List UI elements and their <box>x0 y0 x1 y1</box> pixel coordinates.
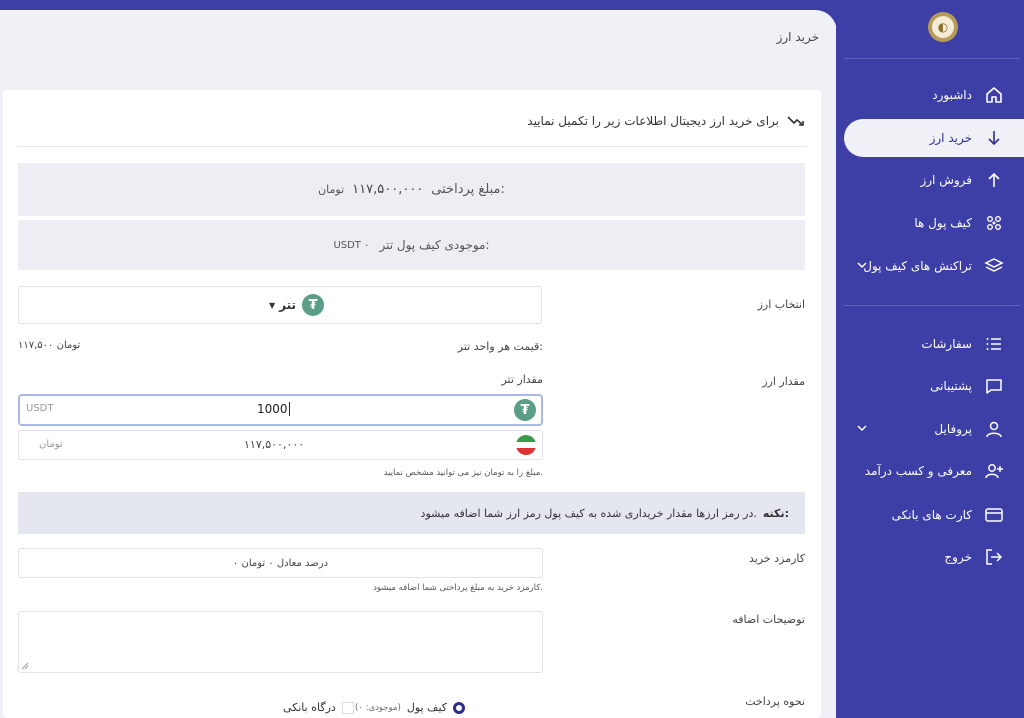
wallet-balance-note: (موجودی: ۰) <box>355 702 401 713</box>
method-gateway-radio[interactable] <box>341 701 354 714</box>
chevron-down-icon <box>857 262 867 269</box>
unit-price-label: قیمت هر واحد تتر: <box>457 340 543 353</box>
payment-amount-panel: تومان ۱۱۷,۵۰۰,۰۰۰ مبلغ پرداختی: <box>18 163 805 216</box>
currency-select[interactable]: ▼ تتر ₮ <box>18 286 542 324</box>
usdt-placeholder: USDT <box>26 403 54 414</box>
sidebar-item-support[interactable]: پشتیبانی <box>836 367 1024 405</box>
tether-icon: ₮ <box>302 294 325 316</box>
sidebar-item-label: سفارشات <box>921 337 972 351</box>
method-wallet-radio[interactable] <box>453 701 466 714</box>
sidebar-item-buy[interactable]: خرید ارز <box>844 119 1024 157</box>
main-content: خرید ارز برای خرید ارز دیجیتال اطلاعات ز… <box>0 10 837 718</box>
currency-label: انتخاب ارز <box>757 298 805 311</box>
usdt-amount-value: 1000 <box>257 402 290 416</box>
list-icon <box>986 338 1001 350</box>
tether-icon: ₮ <box>514 399 536 421</box>
logout-icon <box>986 549 1003 565</box>
caret-down-icon: ▼ <box>269 300 276 310</box>
amount-label: مقدار ارز <box>762 375 805 388</box>
unit-price-value: ۱۱۷,۵۰۰ تومان <box>18 340 81 351</box>
sidebar-divider <box>844 305 1020 306</box>
sidebar-item-label: کارت های بانکی <box>891 508 972 522</box>
resize-handle-icon[interactable] <box>21 662 29 670</box>
currency-value: تتر <box>279 298 297 312</box>
sidebar-item-orders[interactable]: سفارشات <box>836 325 1024 363</box>
fee-field: ۰ درصد معادل ۰ تومان <box>18 548 543 578</box>
payment-value: ۱۱۷,۵۰۰,۰۰۰ <box>352 182 424 197</box>
note-banner: در رمز ارزها مقدار خریداری شده به کیف پو… <box>18 492 805 534</box>
form-intro-text: برای خرید ارز دیجیتال اطلاعات زیر را تکم… <box>527 114 779 128</box>
logo: ◐ <box>928 12 958 42</box>
method-wallet-label: کیف پول <box>406 701 448 714</box>
note-text: در رمز ارزها مقدار خریداری شده به کیف پو… <box>420 506 757 520</box>
user-plus-icon <box>985 464 1003 479</box>
balance-value: USDT ۰ <box>333 239 370 251</box>
sidebar-item-sell[interactable]: فروش ارز <box>836 161 1024 199</box>
sidebar-item-label: پشتیبانی <box>930 379 972 393</box>
form-intro: برای خرید ارز دیجیتال اطلاعات زیر را تکم… <box>527 114 805 128</box>
toman-amount-value: ۱۱۷,۵۰۰,۰۰۰ <box>244 438 305 451</box>
sidebar-item-label: داشبورد <box>932 88 972 102</box>
wallet-balance-panel: USDT ۰ موجودی کیف پول تتر: <box>18 220 805 270</box>
trend-down-icon <box>787 116 804 126</box>
sidebar-item-referral[interactable]: معرفی و کسب درآمد <box>836 452 1024 490</box>
payment-method-label: نحوه پرداخت <box>745 695 805 708</box>
description-textarea[interactable] <box>18 611 543 673</box>
note-title: نکته: <box>762 506 789 520</box>
home-icon <box>986 87 1002 103</box>
payment-unit: تومان <box>318 183 345 196</box>
sidebar-item-dashboard[interactable]: داشبورد <box>836 76 1024 114</box>
fee-value: ۰ درصد معادل ۰ تومان <box>232 557 329 569</box>
method-gateway-label: درگاه بانکی <box>283 701 336 714</box>
amount-sub-label: مقدار تتر <box>501 373 543 386</box>
usdt-amount-input[interactable]: USDT 1000 ₮ <box>18 394 543 426</box>
arrow-down-icon <box>988 131 1000 146</box>
sidebar-divider <box>844 58 1020 59</box>
toman-amount-input[interactable]: تومان ۱۱۷,۵۰۰,۰۰۰ <box>18 430 543 460</box>
sidebar-item-label: خرید ارز <box>929 131 972 145</box>
sidebar-item-label: تراکنش های کیف پول <box>863 259 972 273</box>
arrow-up-icon <box>988 172 1000 187</box>
sidebar-item-label: کیف پول ها <box>914 216 972 230</box>
wallet-grid-icon <box>987 216 1001 230</box>
page-title: خرید ارز <box>776 30 819 44</box>
iran-flag-icon <box>516 435 536 455</box>
divider <box>18 146 806 147</box>
sidebar-item-wallets[interactable]: کیف پول ها <box>836 204 1024 242</box>
description-label: توضیحات اضافه <box>732 613 805 626</box>
sidebar-item-label: فروش ارز <box>920 173 972 187</box>
sidebar-item-bank-cards[interactable]: کارت های بانکی <box>836 496 1024 534</box>
layers-icon <box>984 258 1004 272</box>
chat-icon <box>986 379 1002 394</box>
sidebar-item-label: معرفی و کسب درآمد <box>864 464 972 478</box>
sidebar-item-label: پروفایل <box>934 422 972 436</box>
payment-label: مبلغ پرداختی: <box>431 182 505 197</box>
chevron-down-icon <box>857 425 867 432</box>
method-gateway-option[interactable]: درگاه بانکی <box>283 701 354 714</box>
fee-hint: کارمزد خرید به مبلغ پرداختی شما اضافه می… <box>373 583 543 593</box>
balance-label: موجودی کیف پول تتر: <box>379 238 490 252</box>
sidebar-item-label: خروج <box>944 550 972 564</box>
method-wallet-option[interactable]: (موجودی: ۰) کیف پول <box>355 701 466 714</box>
logo-icon: ◐ <box>932 16 954 38</box>
buy-form-card: برای خرید ارز دیجیتال اطلاعات زیر را تکم… <box>3 90 821 718</box>
sidebar-item-logout[interactable]: خروج <box>836 538 1024 576</box>
fee-label: کارمزد خرید <box>749 552 805 565</box>
card-icon <box>985 508 1003 522</box>
toman-hint: مبلغ را به تومان نیز می توانید مشخص نمای… <box>383 468 543 478</box>
user-icon <box>986 421 1002 438</box>
toman-placeholder: تومان <box>39 439 63 450</box>
sidebar-item-wallet-transactions[interactable]: تراکنش های کیف پول <box>836 247 1024 285</box>
sidebar-item-profile[interactable]: پروفایل <box>836 410 1024 448</box>
